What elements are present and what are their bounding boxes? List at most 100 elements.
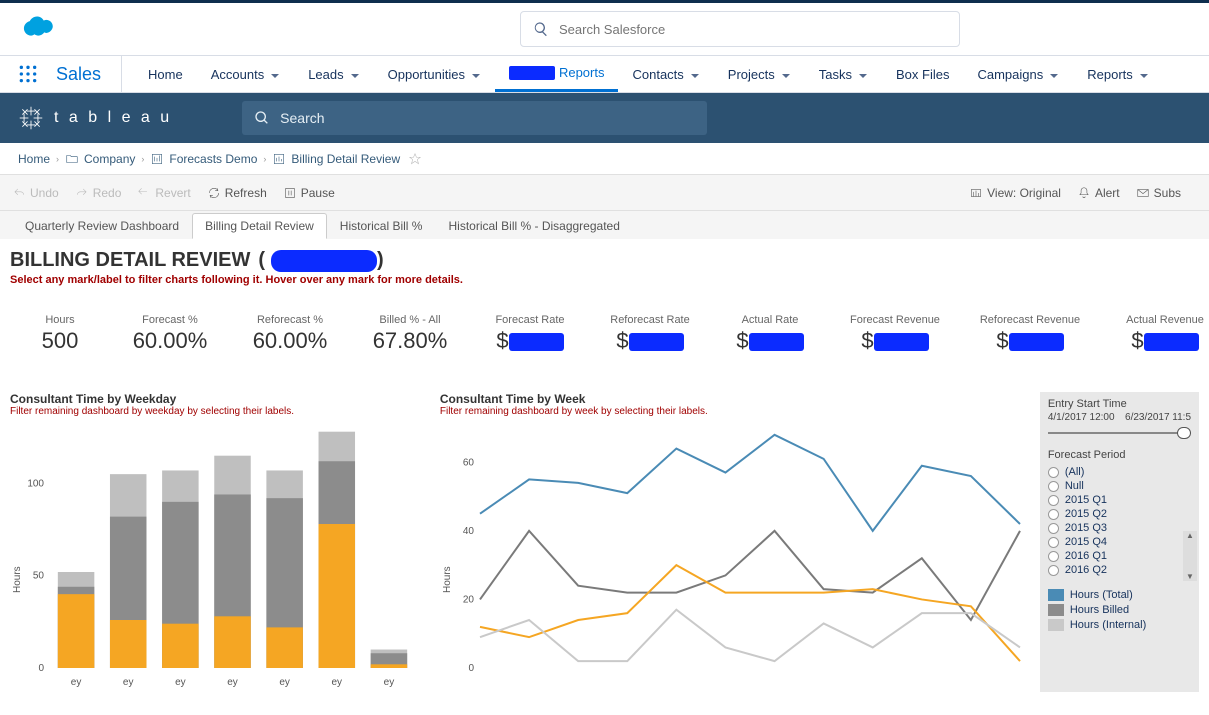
forecast-period-label: 2015 Q2: [1065, 508, 1107, 520]
tableau-logo-text: t a b l e a u: [54, 109, 172, 127]
breadcrumb-forecasts-demo[interactable]: Forecasts Demo: [150, 152, 257, 166]
breadcrumb: Home › Company › Forecasts Demo › Billin…: [0, 143, 1209, 175]
revert-button[interactable]: Revert: [137, 186, 190, 200]
tableau-search-wrap[interactable]: [242, 101, 707, 135]
forecast-period-option[interactable]: 2015 Q4: [1048, 535, 1191, 549]
chevron-down-icon: [858, 69, 868, 79]
dashboard-title-paren-close: ): [377, 249, 384, 271]
chevron-down-icon: [1049, 69, 1059, 79]
metric-hours: Hours500: [10, 314, 110, 354]
line-chart-week[interactable]: 0204060: [440, 423, 1025, 693]
legend-item[interactable]: Hours (Total): [1048, 589, 1191, 601]
metric-value: 500: [10, 328, 110, 354]
svg-text:20: 20: [463, 594, 475, 605]
legend-swatch: [1048, 604, 1064, 616]
nav-item-label: Opportunities: [388, 67, 465, 82]
tableau-search-input[interactable]: [280, 110, 695, 126]
breadcrumb-current[interactable]: Billing Detail Review: [272, 152, 400, 166]
nav-item-label: Leads: [308, 67, 343, 82]
y-axis-label-weekday: Hours: [12, 566, 23, 593]
dashboard-subtitle: Select any mark/label to filter charts f…: [10, 274, 1199, 286]
metric-actual-rate: Actual Rate $: [710, 314, 830, 354]
filter-entry-start-title: Entry Start Time: [1048, 398, 1191, 410]
metric-label: Forecast %: [110, 314, 230, 326]
forecast-period-option[interactable]: 2015 Q3: [1048, 521, 1191, 535]
nav-item-accounts[interactable]: Accounts: [197, 56, 294, 92]
metric-value: $: [590, 328, 710, 354]
tableau-logo: t a b l e a u: [18, 105, 172, 131]
forecast-period-option[interactable]: (All): [1048, 465, 1191, 479]
forecast-period-label: (All): [1065, 466, 1085, 478]
salesforce-search-input-wrap[interactable]: [520, 11, 960, 47]
favorite-star-icon[interactable]: [408, 152, 427, 166]
entry-start-to: 6/23/2017 11:5: [1125, 412, 1191, 423]
salesforce-search-input[interactable]: [559, 22, 947, 37]
nav-item-home[interactable]: Home: [134, 56, 197, 92]
refresh-button[interactable]: Refresh: [207, 186, 267, 200]
sheet-tabs: Quarterly Review DashboardBilling Detail…: [0, 211, 1209, 239]
forecast-period-label: Null: [1065, 480, 1084, 492]
sheet-tab[interactable]: Historical Bill % - Disaggregated: [435, 213, 632, 239]
filter-scrollbar[interactable]: ▲▼: [1183, 531, 1197, 581]
nav-item-box-files[interactable]: Box Files: [882, 56, 963, 92]
metric-label: Forecast Revenue: [830, 314, 960, 326]
legend: Hours (Total) Hours Billed Hours (Internal…: [1040, 583, 1199, 640]
metric-forecast-: Forecast %60.00%: [110, 314, 230, 354]
sheet-tab[interactable]: Billing Detail Review: [192, 213, 327, 239]
forecast-period-label: 2015 Q3: [1065, 522, 1107, 534]
bar-chart-weekday[interactable]: 050100eyeyeyeyeyeyey: [10, 423, 420, 693]
nav-item-tasks[interactable]: Tasks: [805, 56, 882, 92]
forecast-period-label: 2015 Q4: [1065, 536, 1107, 548]
forecast-period-option[interactable]: 2015 Q1: [1048, 493, 1191, 507]
subscribe-button[interactable]: Subs: [1136, 186, 1181, 200]
legend-label: Hours Billed: [1070, 604, 1129, 616]
view-original-button[interactable]: View: Original: [969, 186, 1061, 200]
forecast-period-option[interactable]: 2015 Q2: [1048, 507, 1191, 521]
nav-item-label: Home: [148, 67, 183, 82]
app-launcher-icon[interactable]: [18, 56, 38, 92]
chart-title-weekday: Consultant Time by Weekday: [10, 392, 428, 406]
pause-button[interactable]: Pause: [283, 186, 335, 200]
nav-item-reports[interactable]: Reports: [1073, 56, 1163, 92]
undo-button[interactable]: Undo: [12, 186, 59, 200]
metric-label: Reforecast Revenue: [960, 314, 1100, 326]
legend-item[interactable]: Hours (Internal): [1048, 619, 1191, 631]
metric-label: Reforecast Rate: [590, 314, 710, 326]
app-name: Sales: [56, 56, 122, 92]
nav-item-projects[interactable]: Projects: [714, 56, 805, 92]
alert-button[interactable]: Alert: [1077, 186, 1120, 200]
chevron-down-icon: [471, 69, 481, 79]
nav-item-leads[interactable]: Leads: [294, 56, 373, 92]
redo-button[interactable]: Redo: [75, 186, 122, 200]
entry-start-from: 4/1/2017 12:00: [1048, 412, 1115, 423]
metric-value: $: [470, 328, 590, 354]
svg-text:0: 0: [468, 663, 474, 674]
dashboard-title-paren: (: [258, 249, 265, 271]
sheet-tab[interactable]: Historical Bill %: [327, 213, 436, 239]
breadcrumb-company[interactable]: Company: [65, 152, 135, 166]
metric-label: Actual Rate: [710, 314, 830, 326]
date-range-slider[interactable]: [1048, 429, 1191, 437]
salesforce-header: [0, 0, 1209, 55]
legend-item[interactable]: Hours Billed: [1048, 604, 1191, 616]
nav-item-reports[interactable]: Reports: [495, 56, 619, 92]
search-icon: [533, 21, 549, 37]
nav-item-campaigns[interactable]: Campaigns: [963, 56, 1073, 92]
forecast-period-option[interactable]: 2016 Q2: [1048, 563, 1191, 577]
nav-item-opportunities[interactable]: Opportunities: [374, 56, 495, 92]
nav-item-label: Campaigns: [977, 67, 1043, 82]
chevron-down-icon: [1139, 69, 1149, 79]
metric-reforecast-: Reforecast %60.00%: [230, 314, 350, 354]
metric-value: $: [710, 328, 830, 354]
nav-item-label: Tasks: [819, 67, 852, 82]
chevron-down-icon: [781, 69, 791, 79]
nav-item-contacts[interactable]: Contacts: [618, 56, 713, 92]
breadcrumb-home[interactable]: Home: [18, 152, 50, 166]
sheet-tab[interactable]: Quarterly Review Dashboard: [12, 213, 192, 239]
forecast-period-option[interactable]: 2016 Q1: [1048, 549, 1191, 563]
metric-reforecast-revenue: Reforecast Revenue$: [960, 314, 1100, 354]
redacted-text: [1009, 333, 1064, 351]
redacted-text: [509, 333, 564, 351]
metric-label: Reforecast %: [230, 314, 350, 326]
forecast-period-option[interactable]: Null: [1048, 479, 1191, 493]
